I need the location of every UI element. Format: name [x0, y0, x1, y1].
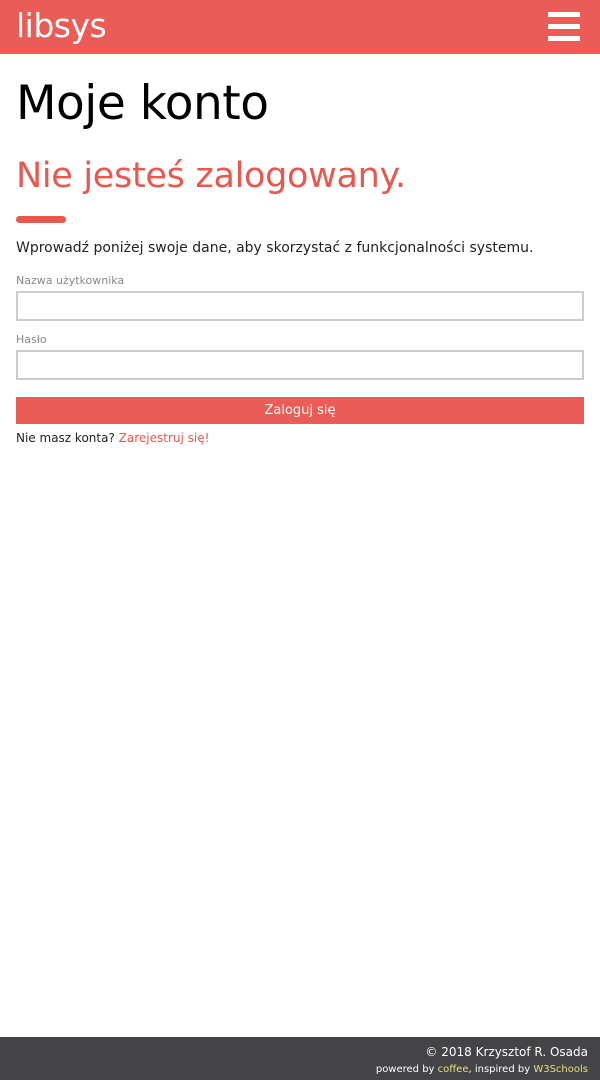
page-title: Moje konto: [16, 76, 269, 131]
menu-icon-bar: [548, 36, 580, 41]
register-prompt-text: Nie masz konta?: [16, 431, 115, 445]
top-navigation-bar: libsys: [0, 0, 600, 54]
intro-text: Wprowadź poniżej swoje dane, aby skorzys…: [16, 240, 534, 256]
w3schools-link[interactable]: W3Schools: [533, 1064, 588, 1075]
copyright-text: © 2018 Krzysztof R. Osada: [425, 1045, 588, 1059]
login-button[interactable]: Zaloguj się: [16, 397, 584, 424]
hamburger-menu-icon[interactable]: [548, 12, 580, 42]
credits-line: powered by coffee, inspired by W3Schools: [0, 1063, 588, 1076]
login-form: Nazwa użytkownika Hasło Zaloguj się: [16, 274, 584, 424]
footer: © 2018 Krzysztof R. Osada powered by cof…: [0, 1037, 600, 1080]
password-input[interactable]: [16, 350, 584, 380]
password-label: Hasło: [16, 333, 47, 346]
register-link[interactable]: Zarejestruj się!: [119, 431, 210, 445]
main-content: Moje konto Nie jesteś zalogowany. Wprowa…: [16, 54, 584, 446]
inspired-by-text: , inspired by: [468, 1064, 531, 1075]
register-prompt-line: Nie masz konta? Zarejestruj się!: [16, 430, 584, 446]
menu-icon-bar: [548, 12, 580, 17]
username-input[interactable]: [16, 291, 584, 321]
login-status-heading: Nie jesteś zalogowany.: [16, 156, 406, 196]
coffee-link[interactable]: coffee: [438, 1064, 469, 1075]
page: libsys Moje konto Nie jesteś zalogowany.…: [0, 0, 600, 1080]
accent-divider: [16, 216, 66, 223]
username-label: Nazwa użytkownika: [16, 274, 125, 287]
menu-icon-bar: [548, 24, 580, 29]
logo[interactable]: libsys: [16, 6, 107, 46]
powered-by-text: powered by: [375, 1064, 435, 1075]
